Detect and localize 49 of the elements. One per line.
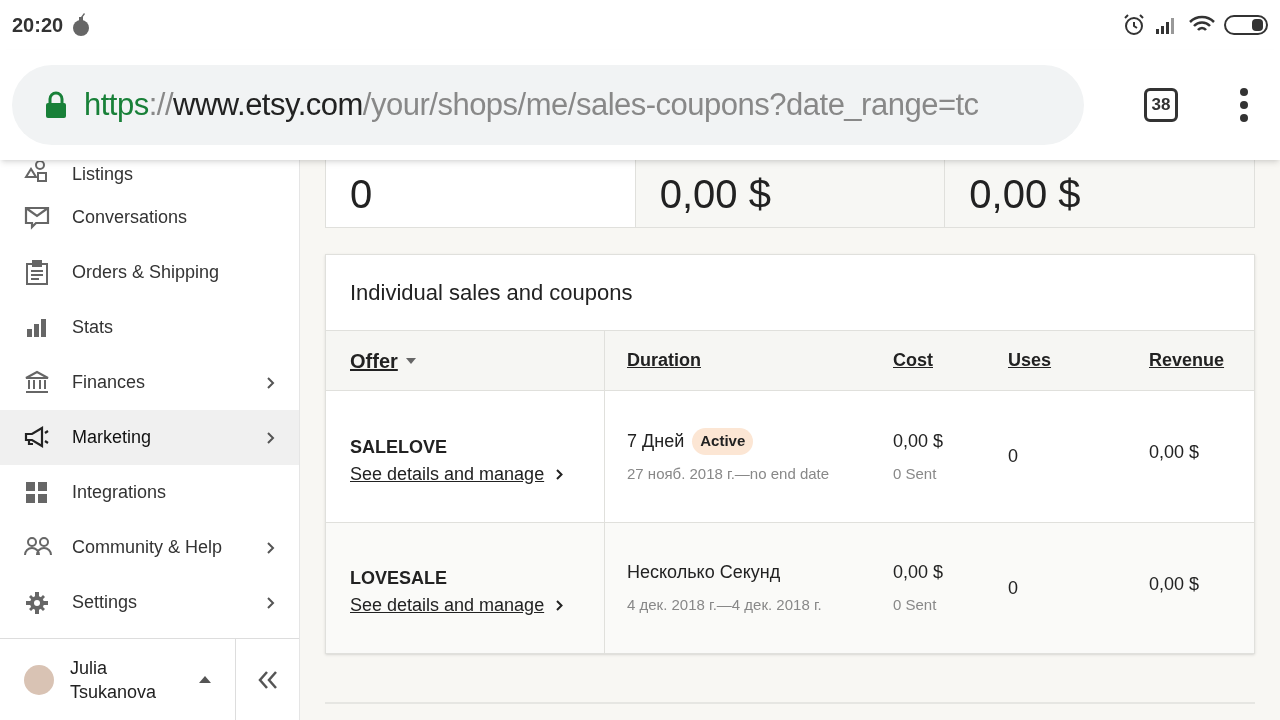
revenue-value: 0,00 $ [1149, 441, 1200, 464]
status-badge: Active [692, 428, 754, 455]
summary-value: 0 [350, 173, 373, 214]
chevron-right-icon [267, 541, 275, 554]
uses-value: 0 [1008, 576, 1018, 600]
sidebar-item[interactable]: Marketing [0, 410, 299, 465]
offer-code: LOVESALE [350, 567, 448, 590]
details-link[interactable]: See details and manage [350, 592, 604, 619]
chevron-right-icon [267, 431, 275, 444]
column-header[interactable]: Cost [893, 347, 933, 374]
address-bar[interactable]: https://www.etsy.com/your/shops/me/sales-coupons?date_range=tc [12, 65, 1084, 145]
avatar [24, 664, 54, 695]
cost-value: 0,00 $ [893, 429, 945, 453]
summary-value: 0,00 $ [659, 173, 771, 214]
user-first-name: Julia [70, 656, 109, 680]
caret-up-icon[interactable] [199, 676, 211, 683]
sent-count: 0 Sent [893, 595, 938, 616]
duration-text: Несколько Секунд [627, 561, 781, 585]
column-header[interactable]: Revenue [1149, 347, 1225, 374]
cost-value: 0,00 $ [893, 561, 945, 585]
more-menu-icon[interactable] [1240, 88, 1248, 122]
user-last-name: Tsukanova [70, 680, 157, 704]
url-text: https://www.etsy.com/your/shops/me/sales-coupons?date_range=tc [84, 85, 979, 124]
sent-count: 0 Sent [893, 463, 938, 484]
chevron-right-icon [267, 376, 275, 389]
revenue-value: 0,00 $ [1149, 572, 1200, 596]
sort-caret-icon[interactable] [405, 357, 416, 364]
details-link[interactable]: See details and manage [350, 460, 604, 488]
column-header[interactable]: Uses [1008, 347, 1052, 374]
bomb-icon [71, 13, 92, 37]
tab-count[interactable]: 38 [1144, 88, 1178, 122]
date-range: 27 нояб. 2018 г.—no end date [627, 463, 831, 484]
chat-envelope-icon [24, 204, 52, 231]
date-range: 4 дек. 2018 г.—4 дек. 2018 г. [627, 595, 823, 616]
chevron-right-icon [556, 468, 564, 480]
uses-value: 0 [1008, 445, 1018, 468]
status-time: 20:20 [12, 13, 64, 38]
chevron-right-icon [556, 600, 564, 611]
offer-code: SALELOVE [350, 435, 448, 459]
collapse-icon[interactable] [257, 670, 278, 689]
alarm-icon [1122, 13, 1146, 37]
battery-icon [1224, 14, 1268, 36]
column-header[interactable]: Duration [627, 347, 701, 374]
card-title: Individual sales and coupons [349, 279, 634, 307]
lock-icon [44, 91, 68, 119]
duration-text: 7 Дней [627, 429, 685, 453]
chevron-right-icon [267, 596, 275, 609]
summary-value: 0,00 $ [969, 173, 1081, 214]
column-header[interactable]: Offer [350, 345, 398, 376]
